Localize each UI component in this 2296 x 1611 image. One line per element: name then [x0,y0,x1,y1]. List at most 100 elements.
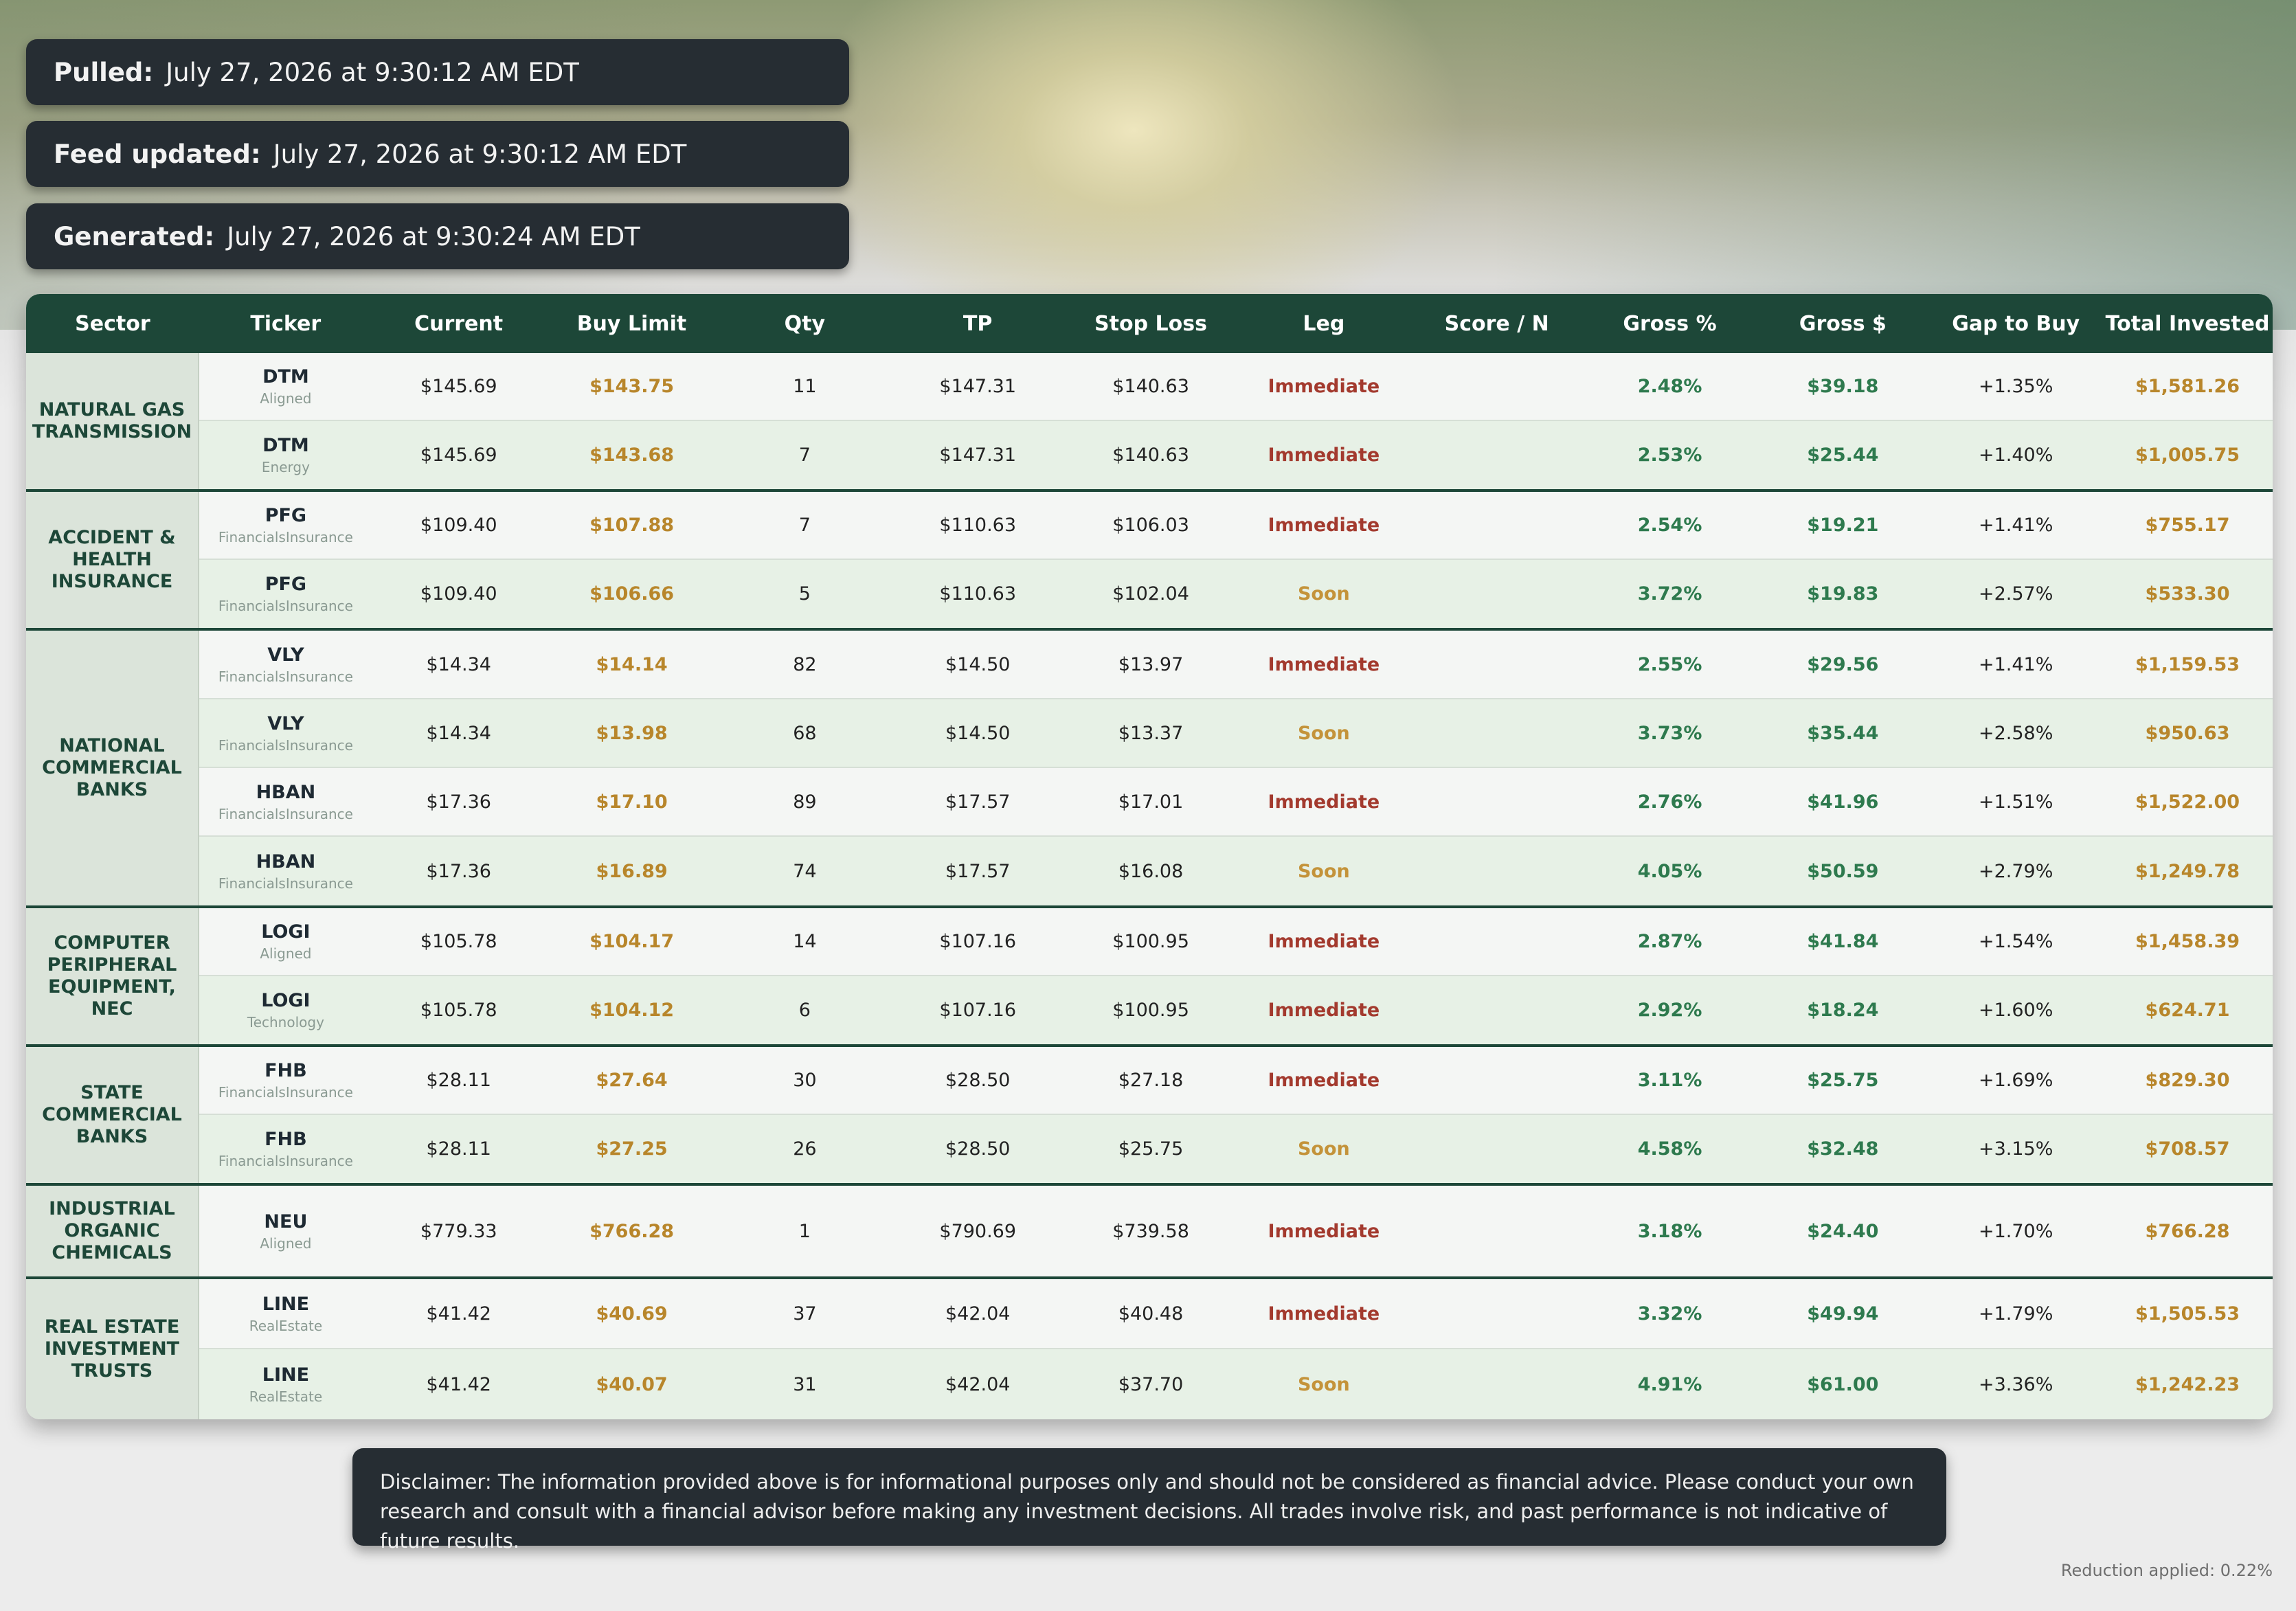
column-header-qty[interactable]: Qty [718,294,891,353]
gross-dollars-cell: $29.56 [1807,653,1879,675]
column-header-ticker[interactable]: Ticker [199,294,372,353]
sector-group: NATIONAL COMMERCIAL BANKS VLY FinancialsIn… [26,631,2273,908]
buy-limit-cell: $107.88 [589,515,675,536]
current-price-cell: $17.36 [426,860,491,882]
score-cell [1410,1349,1584,1419]
gap-to-buy-cell: +1.40% [1978,444,2053,466]
column-header-buy-limit[interactable]: Buy Limit [545,294,719,353]
total-invested-cell: $533.30 [2145,583,2230,605]
take-profit-cell: $28.50 [945,1138,1011,1160]
table-row[interactable]: PFG FinancialsInsurance $109.40 $106.66 5 $11… [199,560,2273,628]
gap-to-buy-cell: +3.36% [1978,1373,2053,1395]
pulled-value: July 27, 2026 at 9:30:12 AM EDT [166,57,579,87]
ticker-symbol: PFG [265,505,307,526]
ticker-symbol: FHB [265,1060,307,1081]
gap-to-buy-cell: +1.60% [1978,1000,2053,1021]
ticker-symbol: PFG [265,574,307,595]
leg-cell: Immediate [1268,1070,1380,1091]
stop-loss-cell: $140.63 [1112,444,1189,466]
column-header-score-n[interactable]: Score / N [1410,294,1584,353]
buy-limit-cell: $104.12 [589,1000,675,1021]
table-row[interactable]: HBAN FinancialsInsurance $17.36 $16.89 74 $17… [199,837,2273,905]
ticker-symbol: FHB [265,1129,307,1150]
table-row[interactable]: VLY FinancialsInsurance $14.34 $14.14 82 $14.… [199,631,2273,699]
table-row[interactable]: VLY FinancialsInsurance $14.34 $13.98 68 $14.… [199,699,2273,768]
current-price-cell: $14.34 [426,653,491,675]
leg-cell: Soon [1297,722,1350,744]
ticker-cell: VLY FinancialsInsurance [199,699,372,767]
buy-limit-cell: $766.28 [589,1220,675,1242]
stop-loss-cell: $13.37 [1118,722,1184,744]
generated-timestamp-box: Generated: July 27, 2026 at 9:30:24 AM E… [26,203,849,269]
leg-cell: Soon [1297,583,1350,605]
total-invested-cell: $950.63 [2145,722,2230,744]
table-row[interactable]: HBAN FinancialsInsurance $17.36 $17.10 89 $17… [199,768,2273,837]
column-header-gross[interactable]: Gross % [1584,294,1757,353]
ticker-cell: LINE RealEstate [199,1279,372,1348]
gap-to-buy-cell: +1.54% [1978,931,2053,952]
current-price-cell: $41.42 [426,1373,491,1395]
score-cell [1410,492,1584,559]
table-row[interactable]: DTM Aligned $145.69 $143.75 11 $147.31 $140.63… [199,353,2273,421]
gross-dollars-cell: $25.44 [1807,444,1879,466]
table-row[interactable]: LINE RealEstate $41.42 $40.07 31 $42.04 $37.70… [199,1349,2273,1419]
ticker-cell: PFG FinancialsInsurance [199,560,372,628]
table-row[interactable]: PFG FinancialsInsurance $109.40 $107.88 7 $11… [199,492,2273,560]
column-header-sector[interactable]: Sector [26,294,199,353]
buy-limit-cell: $143.68 [589,444,675,466]
leg-cell: Soon [1297,1138,1350,1160]
current-price-cell: $109.40 [420,515,497,536]
column-header-gap-to-buy[interactable]: Gap to Buy [1929,294,2102,353]
total-invested-cell: $1,159.53 [2135,653,2240,675]
gross-dollars-cell: $32.48 [1807,1138,1879,1160]
table-row[interactable]: LOGI Technology $105.78 $104.12 6 $107.16 $100… [199,976,2273,1044]
gross-percent-cell: 3.73% [1637,722,1702,744]
column-header-leg[interactable]: Leg [1237,294,1410,353]
gross-percent-cell: 4.91% [1637,1373,1702,1395]
current-price-cell: $28.11 [426,1138,491,1160]
table-row[interactable]: DTM Energy $145.69 $143.68 7 $147.31 $140.63 Im… [199,421,2273,489]
ticker-category: RealEstate [249,1317,323,1334]
take-profit-cell: $14.50 [945,653,1011,675]
gross-percent-cell: 4.05% [1637,860,1702,882]
quantity-cell: 74 [793,860,817,882]
ticker-cell: PFG FinancialsInsurance [199,492,372,559]
total-invested-cell: $708.57 [2145,1138,2230,1160]
total-invested-cell: $766.28 [2145,1220,2230,1242]
column-header-total-invested[interactable]: Total Invested [2102,294,2273,353]
total-invested-cell: $1,458.39 [2135,931,2240,952]
ticker-category: RealEstate [249,1388,323,1405]
gross-percent-cell: 2.55% [1637,653,1702,675]
table-row[interactable]: LINE RealEstate $41.42 $40.69 37 $42.04 $40.48… [199,1279,2273,1349]
leg-cell: Immediate [1268,1220,1380,1242]
buy-limit-cell: $16.89 [596,860,668,882]
score-cell [1410,1279,1584,1348]
table-row[interactable]: NEU Aligned $779.33 $766.28 1 $790.69 $739.58 I… [199,1186,2273,1276]
take-profit-cell: $107.16 [939,931,1017,952]
gross-dollars-cell: $61.00 [1807,1373,1879,1395]
column-header-gross[interactable]: Gross $ [1756,294,1929,353]
leg-cell: Immediate [1268,931,1380,952]
buy-limit-cell: $104.17 [589,931,675,952]
leg-cell: Soon [1297,860,1350,882]
sector-cell: STATE COMMERCIAL BANKS [26,1047,199,1183]
column-header-tp[interactable]: TP [891,294,1064,353]
column-header-current[interactable]: Current [372,294,545,353]
score-cell [1410,353,1584,420]
score-cell [1410,1186,1584,1276]
quantity-cell: 5 [798,583,811,605]
table-row[interactable]: LOGI Aligned $105.78 $104.17 14 $107.16 $100.9… [199,908,2273,976]
stop-loss-cell: $25.75 [1118,1138,1184,1160]
gross-dollars-cell: $49.94 [1807,1303,1879,1325]
ticker-symbol: LINE [262,1364,310,1386]
total-invested-cell: $1,242.23 [2135,1373,2240,1395]
ticker-category: Technology [247,1014,324,1030]
ticker-cell: DTM Aligned [199,353,372,420]
reduction-applied-note: Reduction applied: 0.22% [2060,1561,2273,1580]
table-row[interactable]: FHB FinancialsInsurance $28.11 $27.64 30 $28.… [199,1047,2273,1115]
table-row[interactable]: FHB FinancialsInsurance $28.11 $27.25 26 $28.… [199,1115,2273,1183]
score-cell [1410,837,1584,905]
gross-dollars-cell: $24.40 [1807,1220,1879,1242]
stop-loss-cell: $140.63 [1112,376,1189,397]
column-header-stop-loss[interactable]: Stop Loss [1064,294,1237,353]
